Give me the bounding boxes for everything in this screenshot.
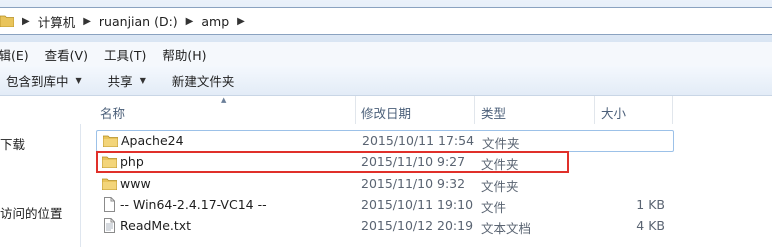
column-size[interactable]: 大小 — [601, 103, 626, 122]
file-type: 文本文档 — [481, 221, 532, 236]
breadcrumb-separator[interactable]: ▶ — [237, 16, 245, 27]
menu-view[interactable]: 查看(V) — [37, 45, 96, 64]
menu-help[interactable]: 帮助(H) — [154, 45, 214, 64]
nav-item-recent-places[interactable]: 访问的位置 — [0, 203, 63, 222]
file-type: 文件夹 — [481, 179, 519, 194]
breadcrumb-drive[interactable]: ▶ ruanjian (D:) — [75, 14, 177, 29]
file-date: 2015/10/11 19:10 — [361, 197, 474, 212]
breadcrumb-separator[interactable]: ▶ — [22, 16, 30, 27]
file-type: 文件夹 — [482, 136, 520, 151]
sort-ascending-icon: ▲ — [221, 96, 227, 104]
file-row-apache24[interactable]: Apache24 2015/10/11 17:54 文件夹 — [96, 130, 674, 152]
column-type[interactable]: 类型 — [481, 103, 506, 122]
share-label: 共享 — [107, 74, 133, 89]
address-bar: ▶ 计算机 ▶ ruanjian (D:) ▶ amp ▶ — [0, 0, 772, 42]
breadcrumb-label[interactable]: amp — [201, 14, 229, 29]
breadcrumb-amp[interactable]: ▶ amp ▶ — [178, 14, 253, 29]
dropdown-arrow-icon: ▼ — [75, 76, 82, 85]
folder-icon — [103, 135, 118, 147]
dropdown-arrow-icon: ▼ — [139, 76, 146, 85]
file-date: 2015/10/11 17:54 — [362, 133, 475, 148]
file-name: ReadMe.txt — [120, 218, 192, 233]
breadcrumb-separator[interactable]: ▶ — [186, 16, 194, 27]
address-box[interactable]: ▶ 计算机 ▶ ruanjian (D:) ▶ amp ▶ — [0, 7, 772, 35]
file-name: www — [120, 176, 151, 191]
folder-icon — [0, 15, 14, 27]
file-row-readme[interactable]: ReadMe.txt 2015/10/12 20:19 文本文档 4 KB — [96, 216, 672, 236]
menu-bar: 编辑(E) 查看(V) 工具(T) 帮助(H) — [0, 42, 772, 66]
column-divider[interactable] — [474, 96, 475, 124]
column-divider[interactable] — [672, 96, 673, 124]
breadcrumb-computer[interactable]: ▶ 计算机 — [14, 12, 75, 31]
file-date: 2015/11/10 9:32 — [361, 176, 466, 191]
column-name[interactable]: 名称 — [100, 103, 125, 122]
file-icon — [104, 197, 115, 212]
text-file-icon — [104, 218, 115, 233]
file-name: Apache24 — [121, 133, 184, 148]
file-type: 文件 — [481, 200, 507, 215]
command-bar: 包含到库中 ▼ 共享 ▼ 新建文件夹 — [0, 66, 772, 96]
column-date[interactable]: 修改日期 — [361, 103, 411, 122]
column-divider[interactable] — [355, 96, 356, 124]
breadcrumb-label[interactable]: 计算机 — [38, 12, 76, 31]
column-header: ▲ 名称 修改日期 类型 大小 — [80, 96, 772, 124]
breadcrumb-label[interactable]: ruanjian (D:) — [99, 14, 178, 29]
include-in-library-button[interactable]: 包含到库中 ▼ — [0, 71, 88, 90]
file-date: 2015/10/12 20:19 — [361, 218, 474, 233]
include-in-library-label: 包含到库中 — [6, 74, 69, 89]
new-folder-label: 新建文件夹 — [171, 74, 235, 89]
highlight-annotation-box — [96, 151, 569, 173]
menu-edit[interactable]: 编辑(E) — [0, 45, 37, 64]
new-folder-button[interactable]: 新建文件夹 — [166, 71, 241, 90]
nav-item-downloads[interactable]: 下载 — [0, 134, 25, 153]
breadcrumb-separator[interactable]: ▶ — [83, 16, 91, 27]
file-row-win64[interactable]: -- Win64-2.4.17-VC14 -- 2015/10/11 19:10… — [96, 195, 672, 215]
column-divider[interactable] — [594, 96, 595, 124]
file-row-www[interactable]: www 2015/11/10 9:32 文件夹 — [96, 174, 672, 194]
menu-tools[interactable]: 工具(T) — [96, 45, 154, 64]
folder-icon — [102, 178, 117, 190]
share-button[interactable]: 共享 ▼ — [102, 71, 152, 90]
file-size: 4 KB — [636, 218, 665, 233]
navigation-pane: 下载 访问的位置 — [0, 96, 81, 247]
file-name: -- Win64-2.4.17-VC14 -- — [120, 197, 267, 212]
file-size: 1 KB — [636, 197, 665, 212]
